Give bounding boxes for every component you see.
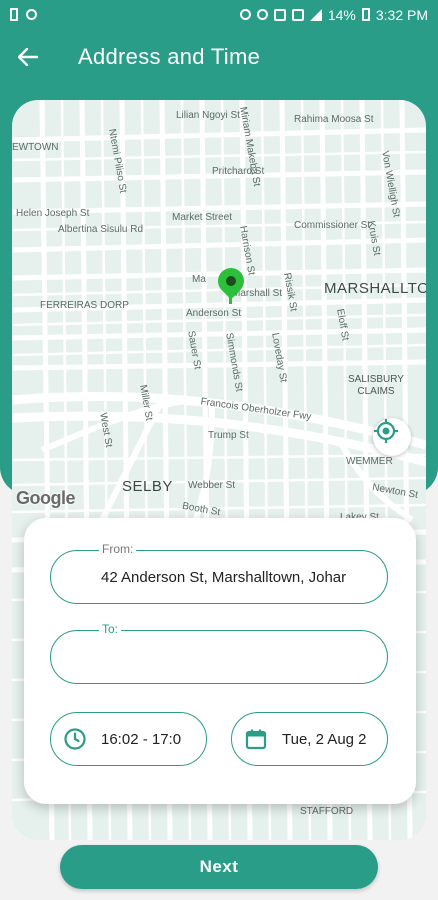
map-label: STAFFORD [300, 806, 354, 817]
map-label: EWTOWN [12, 142, 59, 153]
map-label: Rahima Moosa St [294, 114, 374, 125]
my-location-button[interactable] [373, 418, 411, 456]
arrow-left-icon[interactable] [0, 29, 56, 85]
map-label: Lilian Ngoyi St [176, 110, 240, 121]
map-label: Trump St [208, 430, 249, 441]
bluetooth-icon [256, 9, 268, 20]
map-label: SALISBURY CLAIMS [348, 374, 404, 397]
map-label: Albertina Sisulu Rd [58, 224, 144, 235]
app-bar: Address and Time [0, 29, 438, 85]
from-field[interactable]: From: 42 Anderson St, Marshalltown, Joha… [50, 542, 388, 604]
location-pin-tail [229, 290, 232, 304]
location-icon [239, 9, 251, 20]
address-time-card: From: 42 Anderson St, Marshalltown, Joha… [24, 518, 416, 804]
date-value: Tue, 2 Aug 2 [282, 730, 367, 748]
phone-icon [26, 9, 37, 20]
map-label: WEMMER [346, 456, 393, 467]
clock-icon [63, 727, 87, 751]
status-bar: 14% 3:32 PM [0, 0, 438, 29]
map-label: Webber St [188, 480, 236, 491]
map-label: FERREIRAS DORP [40, 300, 129, 311]
crosshair-icon [374, 419, 398, 443]
map-label: MARSHALLTO [324, 280, 426, 297]
map-label: Commissioner St [294, 220, 371, 231]
nfc-icon [291, 8, 304, 21]
time-picker[interactable]: 16:02 - 17:0 [50, 712, 207, 766]
map-label: Pritchard St [212, 166, 265, 177]
map-label: Ma [192, 274, 206, 285]
map-label: Anderson St [186, 308, 242, 319]
google-logo: Google [16, 488, 76, 508]
map-label: Market Street [172, 212, 233, 223]
to-input[interactable] [101, 645, 371, 671]
map-label: SELBY [122, 478, 173, 495]
to-label: To: [99, 622, 122, 636]
calendar-icon [244, 727, 268, 751]
from-value[interactable]: 42 Anderson St, Marshalltown, Johar [101, 569, 369, 586]
page-title: Address and Time [78, 44, 261, 69]
alarm-icon [273, 8, 286, 21]
next-button[interactable]: Next [60, 845, 378, 889]
battery-percent: 14% [327, 6, 356, 23]
date-picker[interactable]: Tue, 2 Aug 2 [231, 712, 388, 766]
battery-saver-icon [10, 8, 18, 21]
time-value: 16:02 - 17:0 [101, 730, 182, 748]
clock: 3:32 PM [375, 6, 428, 23]
signal-icon [309, 8, 322, 21]
battery-icon [361, 8, 370, 21]
from-label: From: [99, 542, 137, 556]
to-field[interactable]: To: [50, 622, 388, 684]
map-label: Helen Joseph St [16, 208, 90, 219]
